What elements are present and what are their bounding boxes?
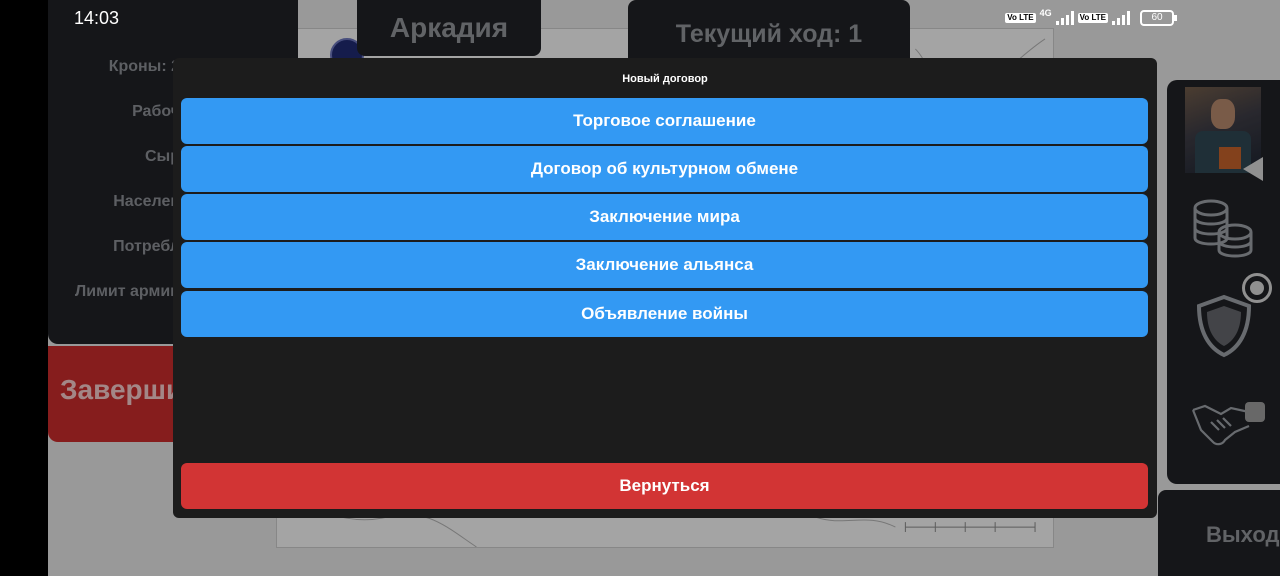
volte-icon-2: Vo LTE: [1077, 13, 1108, 23]
cultural-exchange-button[interactable]: Договор об культурном обмене: [181, 146, 1148, 192]
signal-icon: [1055, 11, 1074, 25]
volte-icon: Vo LTE: [1005, 13, 1036, 23]
new-treaty-dialog: Новый договор Торговое соглашение Догово…: [173, 58, 1157, 518]
back-button[interactable]: Вернуться: [181, 463, 1148, 509]
dialog-title: Новый договор: [622, 73, 708, 85]
signal-icon-2: [1112, 11, 1130, 25]
battery-icon: 60: [1140, 10, 1177, 26]
alliance-button[interactable]: Заключение альянса: [181, 242, 1148, 288]
network-type: 4G: [1039, 8, 1052, 18]
peace-treaty-button[interactable]: Заключение мира: [181, 194, 1148, 240]
trade-agreement-button[interactable]: Торговое соглашение: [181, 98, 1148, 144]
declare-war-button[interactable]: Объявление войны: [181, 291, 1148, 337]
status-time: 14:03: [74, 8, 120, 28]
status-indicators: Vo LTE 4G Vo LTE 60: [1005, 8, 1177, 27]
